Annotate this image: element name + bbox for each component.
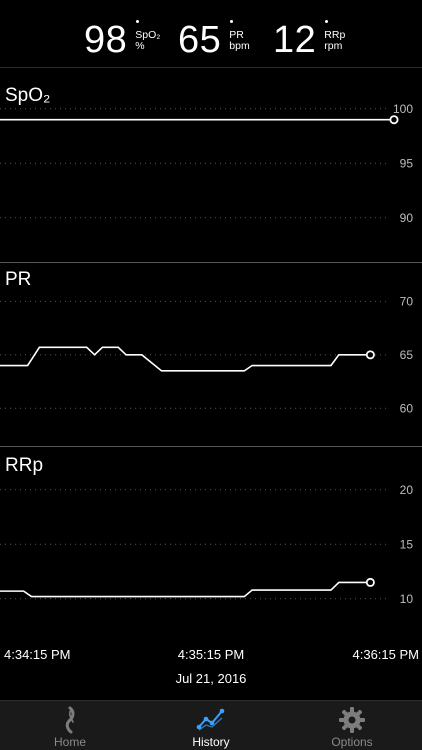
tab-bar: Home History Options — [0, 700, 422, 750]
pr-current-point — [365, 350, 375, 360]
tab-home[interactable]: Home — [0, 701, 140, 750]
rrp-current-point — [365, 577, 375, 587]
pr-chart-svg: 70 65 60 — [0, 294, 414, 415]
spo2-tick-label: 95 — [400, 156, 414, 170]
rrp-indicator-dot — [325, 20, 329, 23]
date-label: Jul 21, 2016 — [175, 671, 247, 686]
rrp-tick-label: 15 — [400, 537, 414, 551]
spo2-chart[interactable]: SpO₂ 100 95 90 — [0, 69, 422, 263]
tab-history[interactable]: History — [141, 701, 281, 750]
spo2-current-point — [389, 115, 399, 125]
rrp-meta: RRp rpm — [324, 20, 345, 52]
spo2-meta: SpO₂ % — [135, 20, 160, 52]
spo2-value: 98 — [84, 19, 128, 61]
rrp-value: 12 — [273, 19, 317, 61]
pr-unit: bpm — [229, 40, 250, 52]
rrp-chart-svg: 20 15 10 — [0, 483, 414, 606]
rrp-unit: rpm — [324, 40, 343, 52]
spo2-unit: % — [135, 40, 145, 52]
pr-indicator-dot — [230, 20, 234, 23]
tab-home-label: Home — [53, 735, 86, 749]
pr-value: 65 — [178, 19, 222, 61]
pr-tick-label: 70 — [400, 294, 414, 308]
spo2-tick-label: 100 — [393, 102, 413, 116]
rrp-readout: 12 RRp rpm — [273, 20, 345, 60]
rrp-tick-label: 10 — [400, 592, 414, 606]
tab-options[interactable]: Options — [282, 701, 422, 750]
time-axis-end: 4:36:15 PM — [352, 647, 420, 662]
spo2-tick-label: 90 — [400, 211, 414, 225]
pr-meta: PR bpm — [229, 20, 250, 52]
vitals-header: 98 SpO₂ % 65 PR bpm 12 RRp rpm — [0, 0, 422, 68]
spo2-chart-svg: 100 95 90 — [0, 102, 414, 225]
rrp-chart[interactable]: RRp 20 15 10 — [0, 448, 422, 638]
pr-series-line — [0, 346, 371, 372]
rrp-tick-label: 20 — [400, 483, 414, 497]
pr-tick-label: 65 — [400, 348, 414, 362]
pr-chart[interactable]: PR 70 65 60 — [0, 264, 422, 447]
pr-readout: 65 PR bpm — [178, 20, 250, 60]
history-icon — [196, 706, 226, 737]
spo2-readout: 98 SpO₂ % — [84, 20, 160, 60]
pr-tick-label: 60 — [400, 401, 414, 415]
spo2-indicator-dot — [136, 20, 140, 23]
rrp-series-line — [0, 581, 371, 598]
tab-history-label: History — [192, 735, 230, 749]
tab-options-label: Options — [331, 735, 373, 749]
